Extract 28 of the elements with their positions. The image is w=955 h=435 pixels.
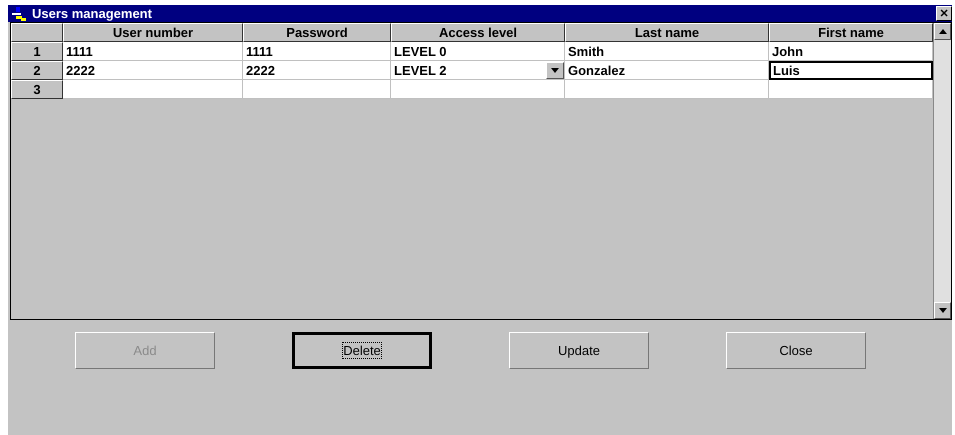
table-cell[interactable]: Luis bbox=[769, 61, 933, 80]
row-header[interactable]: 1 bbox=[11, 42, 63, 61]
table-cell[interactable]: 1111 bbox=[63, 42, 243, 61]
action-button[interactable]: Close bbox=[726, 332, 866, 369]
table-cell[interactable]: 1111 bbox=[243, 42, 391, 61]
table-cell[interactable]: John bbox=[769, 42, 933, 61]
scroll-down-arrow-icon bbox=[551, 68, 559, 72]
table-cell[interactable]: LEVEL 0 bbox=[391, 42, 565, 61]
column-header[interactable]: Password bbox=[243, 23, 391, 42]
row-header[interactable]: 2 bbox=[11, 61, 63, 80]
action-button[interactable]: Update bbox=[509, 332, 649, 369]
window-title: Users management bbox=[32, 6, 153, 21]
table-cell[interactable]: 2222 bbox=[63, 61, 243, 80]
table-cell[interactable]: Gonzalez bbox=[565, 61, 769, 80]
column-header[interactable]: Last name bbox=[565, 23, 769, 42]
table-cell[interactable]: 2222 bbox=[243, 61, 391, 80]
table-cell[interactable]: LEVEL 2 bbox=[391, 61, 565, 80]
close-button[interactable]: ✕ bbox=[936, 6, 952, 21]
row-header[interactable]: 3 bbox=[11, 80, 63, 99]
dropdown-button[interactable] bbox=[546, 62, 564, 78]
column-header[interactable]: User number bbox=[63, 23, 243, 42]
scroll-up-arrow-icon bbox=[938, 29, 946, 34]
column-header[interactable]: Access level bbox=[391, 23, 565, 42]
scroll-down-arrow-icon bbox=[938, 308, 946, 313]
app-icon bbox=[12, 6, 26, 20]
action-button[interactable]: Delete bbox=[292, 332, 432, 369]
column-header[interactable]: First name bbox=[769, 23, 933, 42]
table-cell[interactable]: Smith bbox=[565, 42, 769, 61]
